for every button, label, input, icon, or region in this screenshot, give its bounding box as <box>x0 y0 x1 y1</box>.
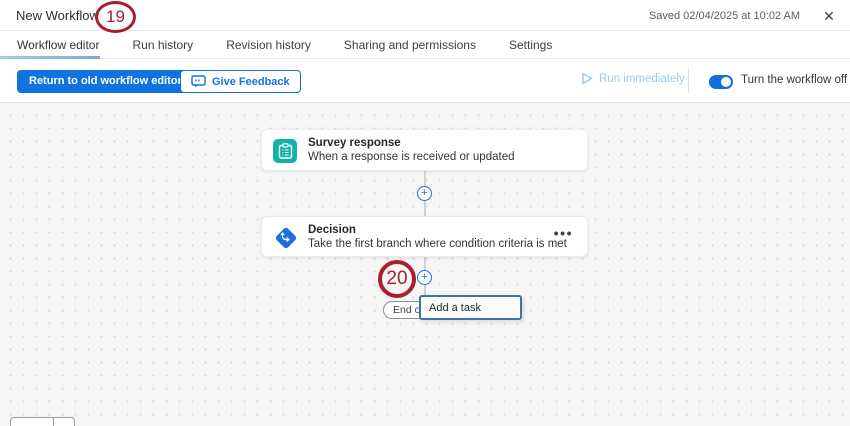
page-title: New Workflow <box>16 8 99 23</box>
trigger-node-title: Survey response <box>308 137 401 149</box>
trigger-node-survey-response[interactable]: Survey response When a response is recei… <box>261 129 588 171</box>
feedback-bubble-icon <box>191 75 206 88</box>
tab-sharing-permissions[interactable]: Sharing and permissions <box>344 38 476 52</box>
workflow-on-off-toggle[interactable] <box>709 75 733 89</box>
toggle-label: Turn the workflow off <box>741 74 848 86</box>
run-immediately-button[interactable]: Run immediately <box>581 72 685 85</box>
workflow-editor-window: New Workflow Saved 02/04/2025 at 10:02 A… <box>0 0 850 426</box>
tab-settings[interactable]: Settings <box>509 38 552 52</box>
workflow-canvas[interactable]: Survey response When a response is recei… <box>0 103 850 426</box>
give-feedback-label: Give Feedback <box>212 75 290 88</box>
toolbar-divider <box>688 69 689 93</box>
annotation-circle-20: 20 <box>378 260 416 298</box>
toggle-knob <box>721 77 731 87</box>
decision-node-title: Decision <box>308 223 356 236</box>
add-task-tooltip[interactable]: Add a task <box>419 295 522 320</box>
give-feedback-button[interactable]: Give Feedback <box>180 70 301 93</box>
play-icon <box>581 72 593 85</box>
decision-node-subtitle: Take the first branch where condition cr… <box>308 237 567 250</box>
clipboard-icon <box>273 139 297 163</box>
trigger-node-subtitle: When a response is received or updated <box>308 151 515 163</box>
zoom-level-box[interactable] <box>10 417 54 426</box>
toolbar: Return to old workflow editor Give Feedb… <box>0 59 850 103</box>
tab-bar: Workflow editor Run history Revision his… <box>0 31 850 59</box>
add-task-plus-icon-2[interactable]: + <box>417 270 432 285</box>
close-icon[interactable]: ✕ <box>820 7 838 25</box>
run-immediately-label: Run immediately <box>599 72 685 85</box>
tab-run-history[interactable]: Run history <box>132 38 193 52</box>
zoom-button-box[interactable] <box>54 417 75 426</box>
return-old-editor-button[interactable]: Return to old workflow editor <box>17 70 194 93</box>
tab-revision-history[interactable]: Revision history <box>226 38 311 52</box>
decision-node[interactable]: Decision Take the first branch where con… <box>261 216 588 257</box>
add-task-plus-icon-1[interactable]: + <box>417 186 432 201</box>
more-options-icon[interactable]: ••• <box>554 225 573 241</box>
tab-workflow-editor[interactable]: Workflow editor <box>17 38 99 52</box>
zoom-control[interactable] <box>10 417 75 426</box>
branch-icon <box>274 226 297 249</box>
saved-status: Saved 02/04/2025 at 10:02 AM <box>648 10 800 22</box>
annotation-circle-19: 19 <box>95 1 136 33</box>
